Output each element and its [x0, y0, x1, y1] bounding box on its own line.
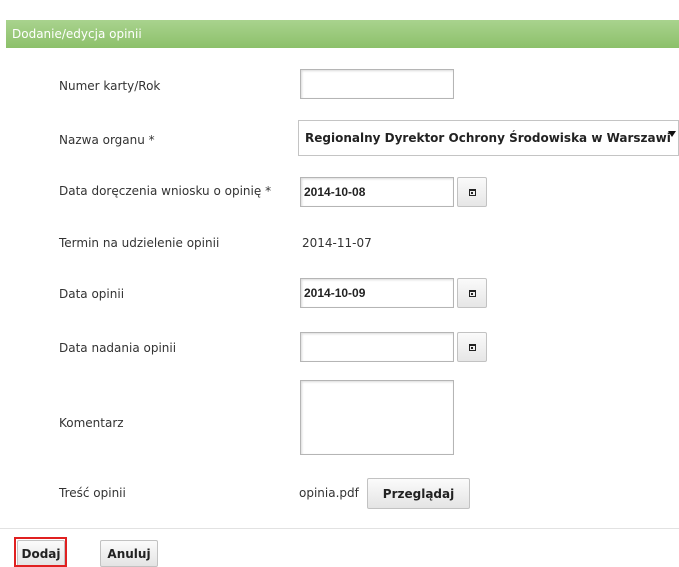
cancel-button-label: Anuluj: [107, 546, 151, 561]
opinion-date-calendar-button[interactable]: [457, 278, 487, 308]
calendar-icon: [468, 343, 476, 351]
organ-name-select[interactable]: Regionalny Dyrektor Ochrony Środowiska w…: [298, 120, 679, 156]
calendar-icon: [468, 188, 476, 196]
content-file-name: opinia.pdf: [299, 486, 359, 500]
browse-button[interactable]: Przeglądaj: [367, 478, 470, 509]
comment-textarea[interactable]: [300, 380, 454, 455]
card-number-input[interactable]: [300, 69, 454, 99]
opinion-date-label: Data opinii: [59, 287, 125, 301]
chevron-down-icon: [668, 131, 676, 137]
comment-label: Komentarz: [59, 416, 124, 430]
browse-button-label: Przeglądaj: [382, 486, 455, 501]
form-header: Dodanie/edycja opinii: [6, 20, 679, 48]
cancel-button[interactable]: Anuluj: [100, 540, 158, 567]
organ-name-value: Regionalny Dyrektor Ochrony Środowiska w…: [305, 131, 671, 145]
send-date-calendar-button[interactable]: [457, 332, 487, 362]
form-title: Dodanie/edycja opinii: [12, 27, 142, 41]
delivery-date-calendar-button[interactable]: [457, 177, 487, 207]
footer-divider: [0, 528, 679, 529]
add-button-highlight: [14, 537, 67, 567]
deadline-value: 2014-11-07: [302, 236, 372, 250]
deadline-label: Termin na udzielenie opinii: [59, 236, 220, 250]
organ-name-label: Nazwa organu *: [59, 133, 155, 147]
calendar-icon: [468, 289, 476, 297]
send-date-label: Data nadania opinii: [59, 341, 177, 355]
content-label: Treść opinii: [59, 486, 126, 500]
card-number-label: Numer karty/Rok: [59, 79, 161, 93]
delivery-date-label: Data doręczenia wniosku o opinię *: [59, 184, 272, 198]
delivery-date-input[interactable]: [300, 177, 454, 207]
opinion-date-input[interactable]: [300, 278, 454, 308]
send-date-input[interactable]: [300, 332, 454, 362]
